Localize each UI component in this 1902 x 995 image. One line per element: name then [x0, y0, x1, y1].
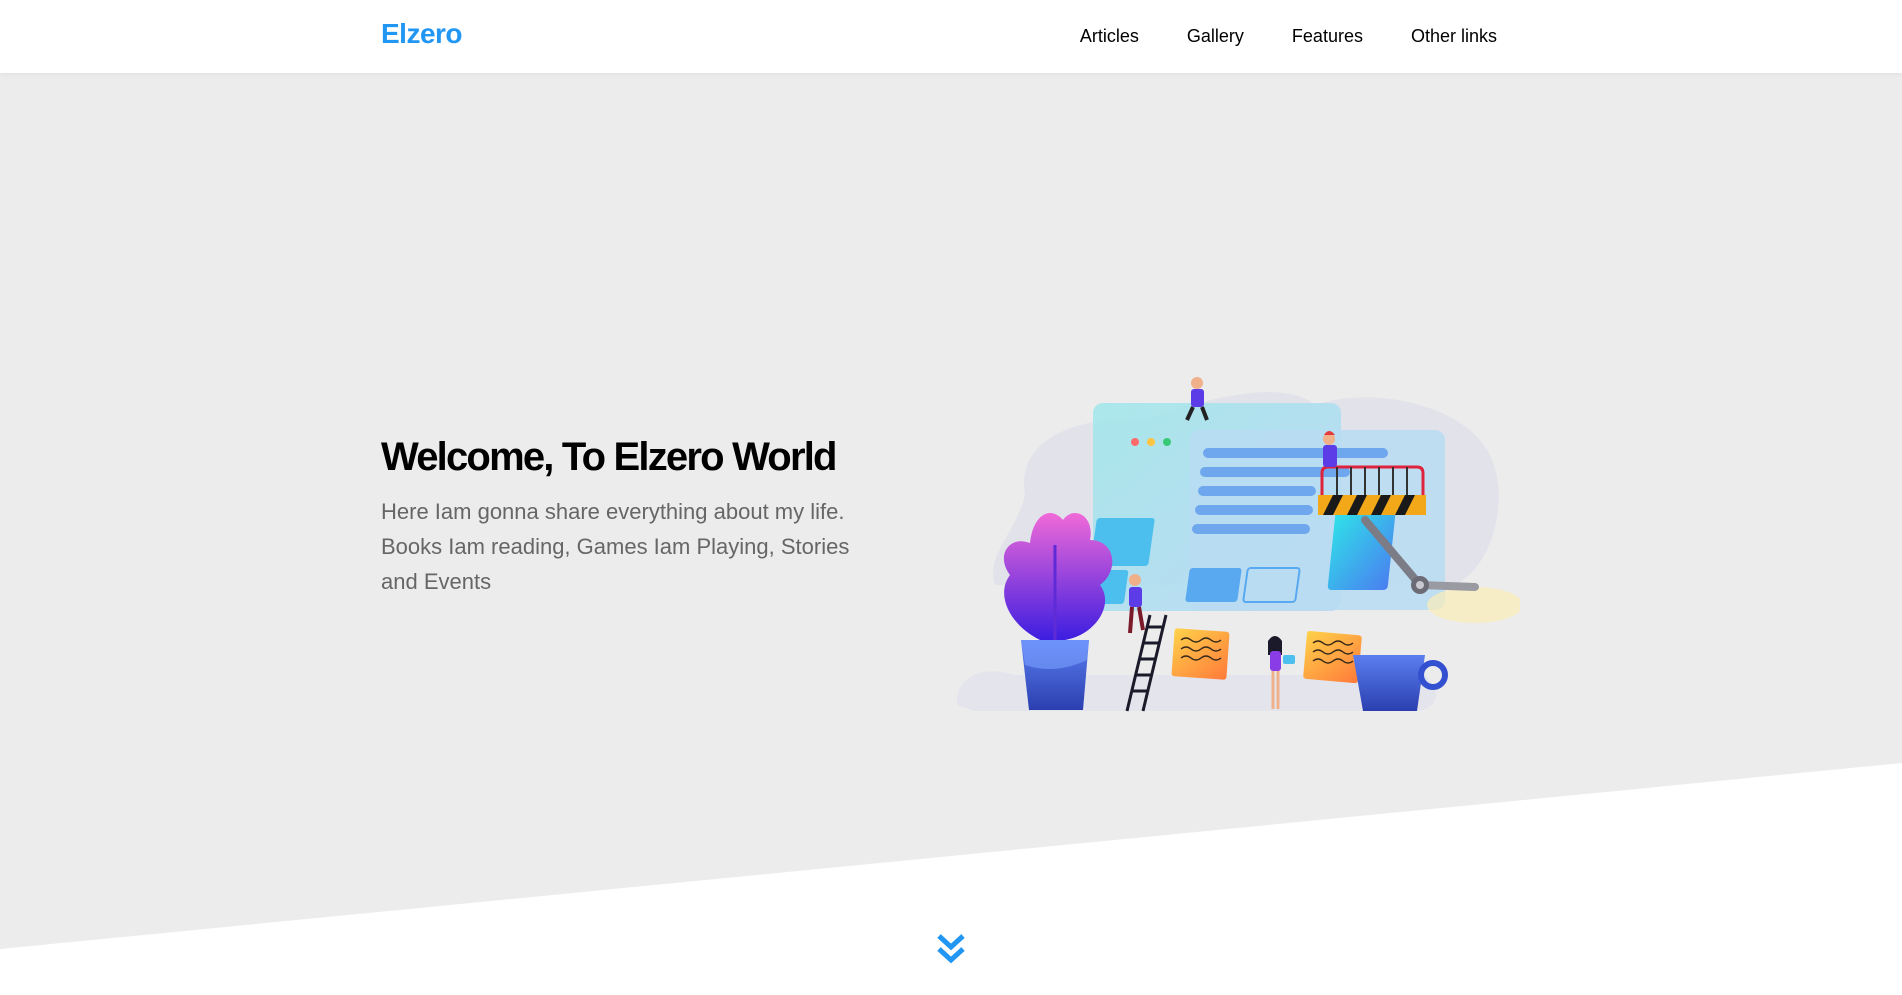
nav-link-features[interactable]: Features: [1292, 0, 1363, 73]
logo[interactable]: Elzero: [381, 18, 463, 50]
hero-illustration: [956, 377, 1520, 712]
nav-link-articles[interactable]: Articles: [1080, 0, 1139, 73]
nav-link-other-links[interactable]: Other links: [1411, 0, 1497, 73]
nav-link-gallery[interactable]: Gallery: [1187, 0, 1244, 73]
site-header: Elzero Articles Gallery Features Other l…: [0, 0, 1902, 73]
landing-section: [0, 73, 1902, 949]
hero-title: Welcome, To Elzero World: [381, 435, 837, 479]
hero-text: Welcome, To Elzero World Here Iam gonna …: [381, 430, 901, 599]
double-chevron-down-icon[interactable]: [934, 932, 968, 966]
main-nav: Articles Gallery Features Other links: [1032, 0, 1497, 73]
hero-description: Here Iam gonna share everything about my…: [381, 499, 850, 594]
